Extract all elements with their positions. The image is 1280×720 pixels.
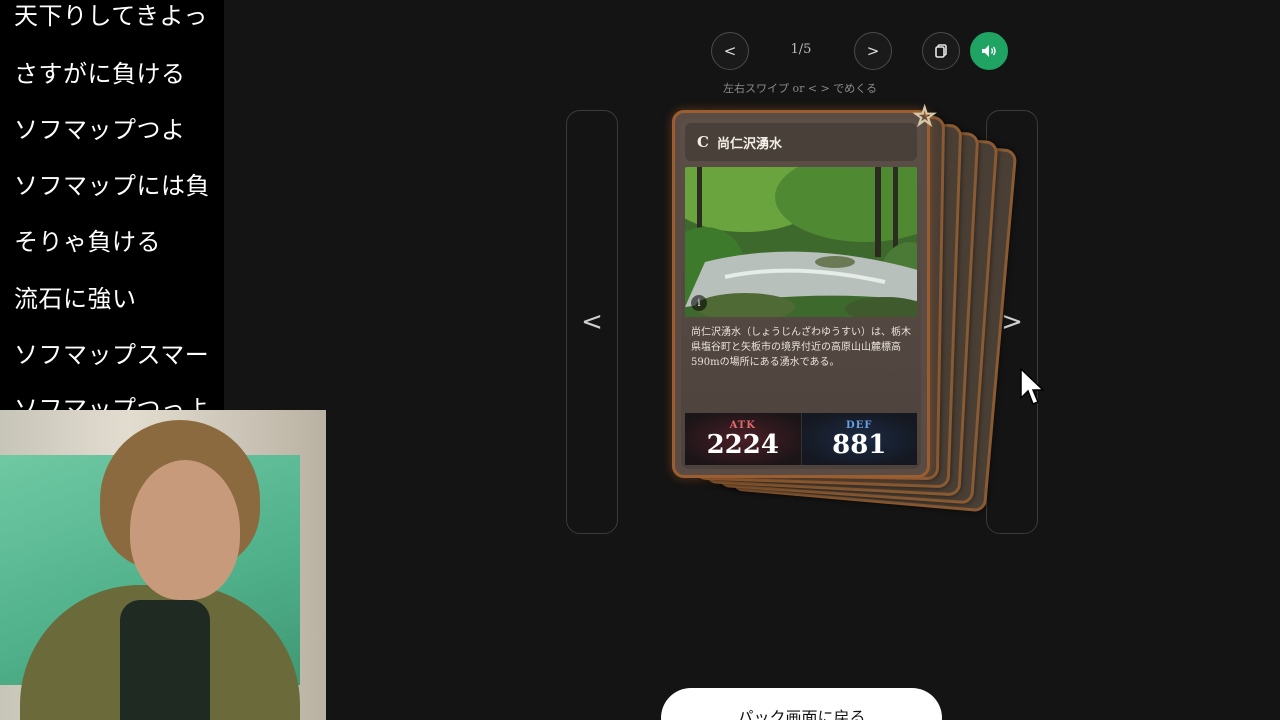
prev-card-button[interactable]: < [711,32,749,70]
atk-label: ATK [729,419,756,431]
atk-stat: ATK 2224 [685,413,802,465]
star-icon[interactable]: ☆ [912,101,937,133]
comment: ソフマップスマー [14,341,210,369]
card-header: C 尚仁沢湧水 [685,123,917,161]
comment-stream: 天下りしてきよっ さすがに負ける ソフマップつよ ソフマップには負 そりゃ負ける… [0,0,224,410]
def-value: 881 [832,429,887,460]
webcam-overlay [0,410,326,720]
back-to-pack-button[interactable]: パック画面に戻る [661,688,942,720]
chevron-left-icon: < [581,307,603,337]
comment: ソフマップには負 [14,172,210,200]
side-prev-button[interactable]: < [566,110,618,534]
sound-toggle-button[interactable] [970,32,1008,70]
card-rarity: C [697,133,709,151]
comment: ソフマップつっよ [14,395,210,410]
comment: ソフマップつよ [14,116,186,144]
chevron-right-icon: > [866,42,880,60]
info-icon[interactable]: i [691,295,707,311]
speaker-icon [982,45,996,57]
collection-card[interactable]: C 尚仁沢湧水 i 尚仁沢湧水（しょうじんざわゆうすい）は、栃木県塩谷町と矢板市… [672,110,930,478]
copy-button[interactable] [922,32,960,70]
card-title: 尚仁沢湧水 [716,136,782,152]
comment: さすがに負ける [14,60,186,88]
comment: そりゃ負ける [14,228,161,256]
swipe-hint: 左右スワイプ or < > でめくる [722,82,878,95]
comment: 天下りしてきよっ [14,2,208,30]
def-stat: DEF 881 [801,413,917,465]
card-counter: 1/5 [790,42,812,57]
chevron-left-icon: < [723,42,737,60]
next-card-button[interactable]: > [854,32,892,70]
card-photo: i [685,167,917,317]
atk-value: 2224 [706,429,779,460]
comment: 流石に強い [14,285,137,313]
card-stats: ATK 2224 DEF 881 [685,413,917,465]
card-description: 尚仁沢湧水（しょうじんざわゆうすい）は、栃木県塩谷町と矢板市の境界付近の高原山山… [691,327,911,368]
chevron-right-icon: > [1001,307,1023,337]
mouse-cursor-icon [1020,368,1045,405]
copy-icon [935,44,947,58]
def-label: DEF [846,419,873,431]
